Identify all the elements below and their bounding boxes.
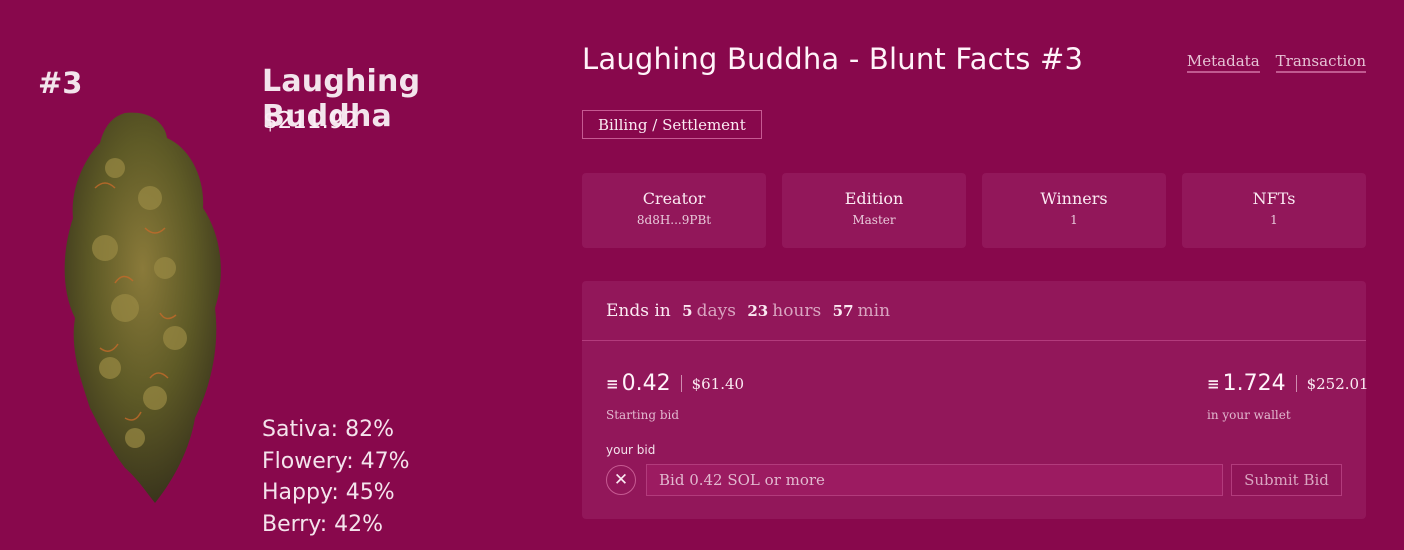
days-value: 5 (682, 302, 693, 320)
starting-bid-sol: 0.42 (621, 371, 671, 396)
separator (680, 375, 682, 392)
card-number: #3 (38, 66, 83, 100)
winners-value: 1 (1070, 213, 1078, 227)
ends-in-label: Ends in (606, 301, 671, 321)
page-title: Laughing Buddha - Blunt Facts #3 (582, 42, 1084, 76)
sol-icon: ≡ (606, 374, 619, 393)
cannabis-bud-image (64, 112, 221, 504)
billing-settlement-button[interactable]: Billing / Settlement (582, 110, 762, 139)
hours-unit: hours (772, 301, 822, 321)
card-price: $211.92 (263, 108, 359, 134)
auction-countdown: Ends in 5 days 23 hours 57 min (606, 301, 890, 321)
metadata-link[interactable]: Metadata (1186, 52, 1260, 73)
stat-berry: Berry: 42% (262, 511, 384, 537)
winners-card: Winners 1 (982, 173, 1166, 248)
wallet-balance: ≡ 1.724 $252.01 in your wallet (1207, 371, 1369, 422)
stat-sativa: Sativa: 82% (262, 417, 394, 442)
starting-bid-label: Starting bid (606, 408, 680, 422)
wallet-label: in your wallet (1207, 408, 1291, 422)
starting-bid: ≡ 0.42 $61.40 Starting bid (606, 371, 744, 422)
creator-label: Creator (642, 189, 706, 208)
nfts-card: NFTs 1 (1182, 173, 1366, 248)
nft-card: #3 Laughing Buddha $211.92 Sativa: 82% F… (0, 0, 560, 550)
stat-happy: Happy: 45% (262, 480, 395, 505)
clear-bid-button[interactable]: ✕ (606, 465, 636, 495)
nfts-label: NFTs (1252, 189, 1296, 208)
separator (1295, 375, 1297, 392)
submit-bid-button[interactable]: Submit Bid (1231, 464, 1342, 496)
winners-label: Winners (1040, 189, 1108, 208)
strain-stats: Sativa: 82% Flowery: 47% Happy: 45% Berr… (262, 414, 410, 540)
hours-value: 23 (747, 302, 769, 320)
divider (582, 340, 1366, 341)
mins-unit: min (857, 301, 891, 321)
edition-label: Edition (844, 189, 904, 208)
edition-card: Edition Master (782, 173, 966, 248)
creator-card: Creator 8d8H...9PBt (582, 173, 766, 248)
wallet-usd: $252.01 (1306, 374, 1369, 393)
starting-bid-usd: $61.40 (691, 374, 745, 393)
sol-icon: ≡ (1207, 374, 1220, 393)
edition-value: Master (852, 213, 896, 227)
nfts-value: 1 (1270, 213, 1278, 227)
transaction-link[interactable]: Transaction (1275, 52, 1366, 73)
mins-value: 57 (832, 302, 854, 320)
bid-input[interactable] (646, 464, 1223, 496)
stat-flowery: Flowery: 47% (262, 448, 410, 474)
your-bid-label: your bid (606, 443, 656, 457)
wallet-sol: 1.724 (1222, 371, 1286, 396)
top-links: Metadata Transaction (1186, 52, 1366, 73)
close-icon: ✕ (613, 470, 629, 490)
days-unit: days (696, 301, 736, 321)
creator-value: 8d8H...9PBt (636, 213, 712, 227)
auction-panel: Ends in 5 days 23 hours 57 min ≡ 0.42 $61.4… (582, 281, 1369, 519)
info-cards: Creator 8d8H...9PBt Edition Master Winne… (582, 173, 1366, 248)
